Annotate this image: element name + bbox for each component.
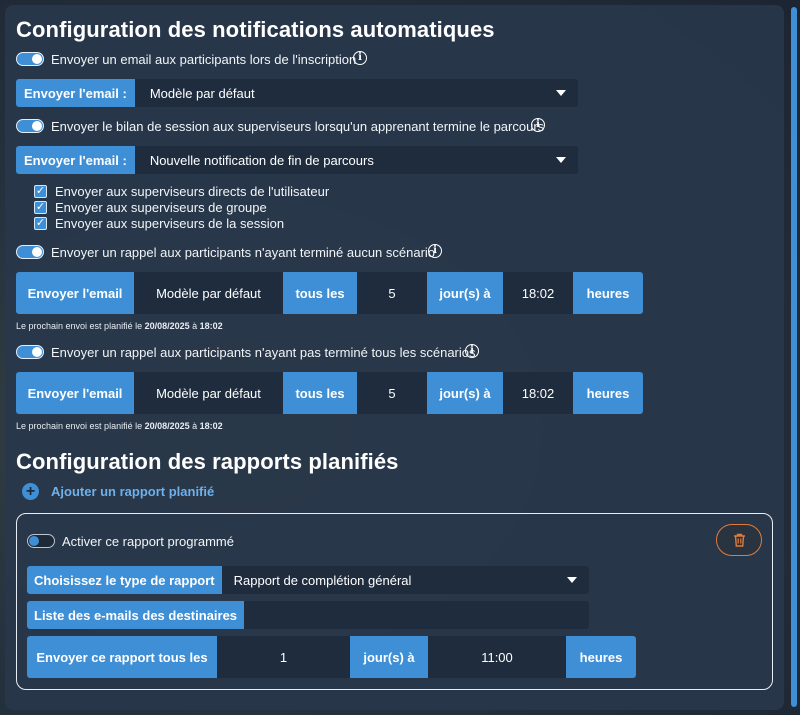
every-label: tous les <box>283 372 357 414</box>
add-report-button[interactable]: + Ajouter un rapport planifié <box>22 483 214 500</box>
days-at-label: jour(s) à <box>427 372 503 414</box>
select-value: Rapport de complétion général <box>233 572 412 588</box>
toggle-registration-email[interactable] <box>16 52 44 66</box>
next-send-note: Le prochain envoi est planifié le 20/08/… <box>16 321 223 331</box>
reminder-no-scenario-label: Envoyer un rappel aux participants n'aya… <box>51 245 436 260</box>
scheduled-report-card: Activer ce rapport programmé Choisissez … <box>16 513 773 690</box>
template-select[interactable]: Modèle par défaut <box>134 272 283 314</box>
chevron-down-icon <box>556 90 566 96</box>
info-icon[interactable]: i <box>353 51 367 65</box>
chevron-down-icon <box>556 157 566 163</box>
toggle-reminder-not-all-scenarios[interactable] <box>16 345 44 359</box>
days-count-input[interactable]: 5 <box>357 272 427 314</box>
session-report-template-select[interactable]: Envoyer l'email : Nouvelle notification … <box>16 146 578 174</box>
select-value: Modèle par défaut <box>149 85 255 101</box>
delete-report-button[interactable] <box>716 524 762 556</box>
reminder-not-all-row: Envoyer l'email Modèle par défaut tous l… <box>16 372 643 414</box>
scrollbar[interactable] <box>791 7 797 707</box>
recipient-emails-field[interactable]: Liste des e-mails des destinaires <box>27 601 589 629</box>
checkbox-group-supervisors[interactable]: ✓ <box>34 201 47 214</box>
checkbox-label: Envoyer aux superviseurs de la session <box>55 216 285 231</box>
section-title-notifications: Configuration des notifications automati… <box>16 17 495 42</box>
hours-label: heures <box>573 372 643 414</box>
toggle-reminder-no-scenario[interactable] <box>16 245 44 259</box>
reminder-not-all-label: Envoyer un rappel aux participants n'aya… <box>51 345 476 360</box>
activate-report-label: Activer ce rapport programmé <box>62 534 234 549</box>
next-send-note: Le prochain envoi est planifié le 20/08/… <box>16 421 223 431</box>
send-email-label: Envoyer l'email <box>16 372 134 414</box>
registration-email-label: Envoyer un email aux participants lors d… <box>51 52 357 67</box>
every-label: tous les <box>283 272 357 314</box>
field-tag: Liste des e-mails des destinaires <box>27 601 245 629</box>
reminder-no-scenario-row: Envoyer l'email Modèle par défaut tous l… <box>16 272 643 314</box>
days-at-label: jour(s) à <box>427 272 503 314</box>
notifications-panel: Configuration des notifications automati… <box>5 5 784 710</box>
info-icon[interactable]: i <box>465 344 479 358</box>
select-value: Nouvelle notification de fin de parcours <box>149 152 374 168</box>
hours-label: heures <box>573 272 643 314</box>
toggle-activate-report[interactable] <box>27 534 55 548</box>
section-title-reports: Configuration des rapports planifiés <box>16 449 399 474</box>
checkbox-session-supervisors[interactable]: ✓ <box>34 217 47 230</box>
plus-icon: + <box>22 483 39 500</box>
checkbox-label: Envoyer aux superviseurs directs de l'ut… <box>55 184 330 199</box>
report-type-select[interactable]: Choisissez le type de rapport Rapport de… <box>27 566 589 594</box>
add-report-label: Ajouter un rapport planifié <box>51 484 215 499</box>
trash-icon <box>733 533 745 547</box>
days-count-input[interactable]: 1 <box>217 636 350 678</box>
hours-label: heures <box>566 636 636 678</box>
send-every-label: Envoyer ce rapport tous les <box>27 636 217 678</box>
report-schedule-row: Envoyer ce rapport tous les 1 jour(s) à … <box>27 636 636 678</box>
registration-template-select[interactable]: Envoyer l'email : Modèle par défaut <box>16 79 578 107</box>
select-tag: Choisissez le type de rapport <box>27 566 222 594</box>
checkbox-direct-supervisors[interactable]: ✓ <box>34 185 47 198</box>
time-input[interactable]: 11:00 <box>428 636 566 678</box>
days-count-input[interactable]: 5 <box>357 372 427 414</box>
template-select[interactable]: Modèle par défaut <box>134 372 283 414</box>
session-report-label: Envoyer le bilan de session aux supervis… <box>51 119 545 134</box>
time-input[interactable]: 18:02 <box>503 272 573 314</box>
select-tag: Envoyer l'email : <box>16 79 135 107</box>
select-tag: Envoyer l'email : <box>16 146 135 174</box>
toggle-session-report[interactable] <box>16 119 44 133</box>
checkbox-label: Envoyer aux superviseurs de groupe <box>55 200 267 215</box>
send-email-label: Envoyer l'email <box>16 272 134 314</box>
days-at-label: jour(s) à <box>350 636 428 678</box>
info-icon[interactable]: i <box>531 118 545 132</box>
info-icon[interactable]: i <box>428 244 442 258</box>
chevron-down-icon <box>567 577 577 583</box>
time-input[interactable]: 18:02 <box>503 372 573 414</box>
